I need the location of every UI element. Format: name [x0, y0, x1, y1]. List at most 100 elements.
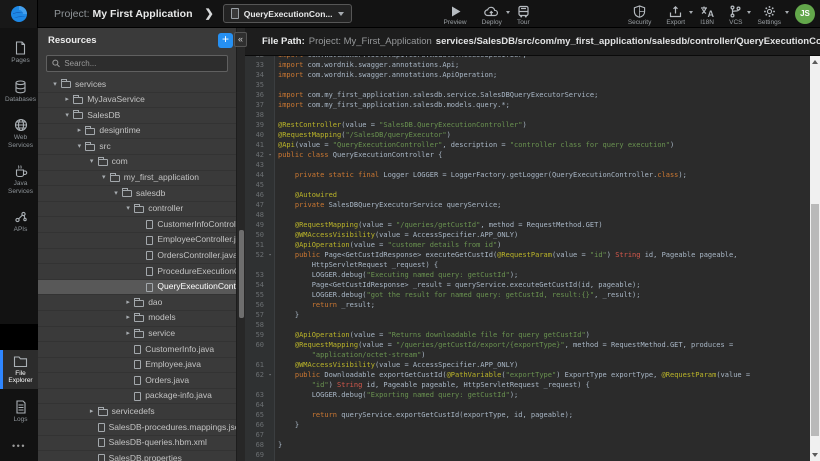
code-line[interactable]: 61 @WMAccessVisibility(value = AccessSpe… [245, 360, 810, 370]
code-line[interactable]: 35 [245, 80, 810, 90]
code-line[interactable]: 47 private SalesDBQueryExecutorService q… [245, 200, 810, 210]
code-line[interactable]: 52- public Page<GetCustIdResponse> execu… [245, 250, 810, 260]
code-line[interactable]: 59 @ApiOperation(value = "Returns downlo… [245, 330, 810, 340]
code-line[interactable]: 48 [245, 210, 810, 220]
rail-item-apis[interactable]: APIs [0, 205, 38, 238]
fold-marker[interactable]: - [267, 150, 276, 160]
code-line[interactable]: 51 @ApiOperation(value = "customer detai… [245, 240, 810, 250]
search-box[interactable] [46, 55, 228, 72]
code-line[interactable]: 68} [245, 440, 810, 450]
code-line[interactable]: 63 LOGGER.debug("Exporting named query: … [245, 390, 810, 400]
scroll-down-arrow-icon[interactable] [812, 453, 818, 457]
collapse-arrow-icon[interactable]: ▸ [122, 311, 134, 326]
tree-item[interactable]: ▸MyJavaService [38, 93, 236, 109]
tree-item[interactable]: ▸designtime [38, 124, 236, 140]
code-line[interactable]: 40@RequestMapping("/SalesDB/queryExecuto… [245, 130, 810, 140]
scrollbar-thumb[interactable] [811, 204, 819, 436]
code-line[interactable]: HttpServletRequest _request) { [245, 260, 810, 270]
code-line[interactable]: 34import com.wordnik.swagger.annotations… [245, 70, 810, 80]
open-file-dropdown[interactable]: QueryExecutionCon... [223, 4, 352, 23]
code-line[interactable]: 53 LOGGER.debug("Executing named query: … [245, 270, 810, 280]
tree-item[interactable]: ▸service [38, 327, 236, 343]
rail-item-logs[interactable]: Logs [0, 395, 38, 428]
code-line[interactable]: 54 Page<GetCustIdResponse> _result = que… [245, 280, 810, 290]
i18n-button[interactable]: A I18N [700, 1, 714, 26]
tree-item[interactable]: SalesDB-queries.hbm.xml [38, 436, 236, 452]
code-line[interactable]: 46 @Autowired [245, 190, 810, 200]
add-resource-button[interactable]: + [218, 33, 233, 48]
fold-marker[interactable]: - [267, 250, 276, 260]
user-avatar[interactable]: JS [795, 4, 815, 24]
rail-item-web-services[interactable]: Web Services [0, 113, 38, 153]
tree-item[interactable]: SalesDB-procedures.mappings.json [38, 420, 236, 436]
code-line[interactable]: 37import com.my_first_application.salesd… [245, 100, 810, 110]
code-line[interactable]: 64 [245, 400, 810, 410]
collapse-panel-button[interactable]: « [234, 32, 247, 47]
rail-item-databases[interactable]: Databases [0, 75, 38, 108]
code-line[interactable]: 66 } [245, 420, 810, 430]
tree-item[interactable]: ▸servicedefs [38, 404, 236, 420]
scroll-up-arrow-icon[interactable] [812, 60, 818, 64]
code-line[interactable]: 67 [245, 430, 810, 440]
collapse-arrow-icon[interactable]: ▸ [86, 404, 98, 419]
code-line[interactable]: 45 [245, 180, 810, 190]
tree-scrollbar[interactable] [239, 230, 244, 318]
code-line[interactable]: "application/octet-stream") [245, 350, 810, 360]
code-line[interactable]: 50 @WMAccessVisibility(value = AccessSpe… [245, 230, 810, 240]
rail-item-pages[interactable]: Pages [0, 36, 38, 69]
code-line[interactable]: 39@RestController(value = "SalesDB.Query… [245, 120, 810, 130]
tree-item[interactable]: ▾SalesDB [38, 108, 236, 124]
preview-button[interactable]: Preview [444, 1, 467, 26]
tree-item[interactable]: EmployeeController.java [38, 233, 236, 249]
tree-item[interactable]: ▸models [38, 311, 236, 327]
settings-button[interactable]: Settings [758, 1, 782, 26]
code-line[interactable]: 56 return _result; [245, 300, 810, 310]
tree-item[interactable]: ▸dao [38, 295, 236, 311]
app-logo[interactable] [0, 0, 38, 28]
tree-item[interactable]: QueryExecutionController.java [38, 280, 236, 296]
rail-item-java-services[interactable]: Java Services [0, 159, 38, 199]
tree-item[interactable]: package-info.java [38, 389, 236, 405]
code-line[interactable]: 60 @RequestMapping(value = "/queries/get… [245, 340, 810, 350]
tree-item[interactable]: ▾salesdb [38, 186, 236, 202]
expand-arrow-icon[interactable]: ▾ [61, 108, 73, 123]
collapse-arrow-icon[interactable]: ▸ [122, 327, 134, 342]
tree-item[interactable]: CustomerInfo.java [38, 342, 236, 358]
code-line[interactable]: 36import com.my_first_application.salesd… [245, 90, 810, 100]
expand-arrow-icon[interactable]: ▾ [49, 77, 61, 92]
code-line[interactable]: 55 LOGGER.debug("got the result for name… [245, 290, 810, 300]
code-line[interactable]: 42-public class QueryExecutionController… [245, 150, 810, 160]
tree-item[interactable]: ▾my_first_application [38, 171, 236, 187]
code-line[interactable]: 65 return queryService.exportGetCustId(e… [245, 410, 810, 420]
tree-item[interactable]: ▾controller [38, 202, 236, 218]
export-button[interactable]: Export [666, 1, 685, 26]
code-line[interactable]: 58 [245, 320, 810, 330]
expand-arrow-icon[interactable]: ▾ [110, 186, 122, 201]
tree-item[interactable]: OrdersController.java [38, 249, 236, 265]
code-line[interactable]: 44 private static final Logger LOGGER = … [245, 170, 810, 180]
code-line[interactable]: 38 [245, 110, 810, 120]
tree-item[interactable]: ▾com [38, 155, 236, 171]
tree-item[interactable]: Employee.java [38, 358, 236, 374]
code-line[interactable]: 33import com.wordnik.swagger.annotations… [245, 60, 810, 70]
fold-marker[interactable]: - [267, 370, 276, 380]
expand-arrow-icon[interactable]: ▾ [86, 155, 98, 170]
security-button[interactable]: Security [628, 1, 651, 26]
tree-item[interactable]: SalesDB.properties [38, 451, 236, 461]
code-editor[interactable]: 32import com.wavemaker.tools.api.core.mo… [245, 56, 810, 461]
code-line[interactable]: "id") String id, Pageable pageable, Http… [245, 380, 810, 390]
code-line[interactable]: 62- public Downloadable exportGetCustId(… [245, 370, 810, 380]
search-input[interactable] [64, 59, 222, 68]
rail-item-file-explorer[interactable]: File Explorer [0, 350, 38, 389]
tree-item[interactable]: ▾services [38, 77, 236, 93]
editor-scrollbar[interactable] [810, 56, 820, 461]
code-line[interactable]: 41@Api(value = "QueryExecutionController… [245, 140, 810, 150]
tree-item[interactable]: CustomerInfoController.java [38, 217, 236, 233]
deploy-button[interactable]: Deploy [482, 1, 502, 26]
code-line[interactable]: 43 [245, 160, 810, 170]
rail-more-button[interactable]: ••• [0, 441, 38, 451]
expand-arrow-icon[interactable]: ▾ [73, 139, 85, 154]
collapse-arrow-icon[interactable]: ▸ [122, 295, 134, 310]
tree-item[interactable]: Orders.java [38, 373, 236, 389]
collapse-arrow-icon[interactable]: ▸ [61, 93, 73, 108]
